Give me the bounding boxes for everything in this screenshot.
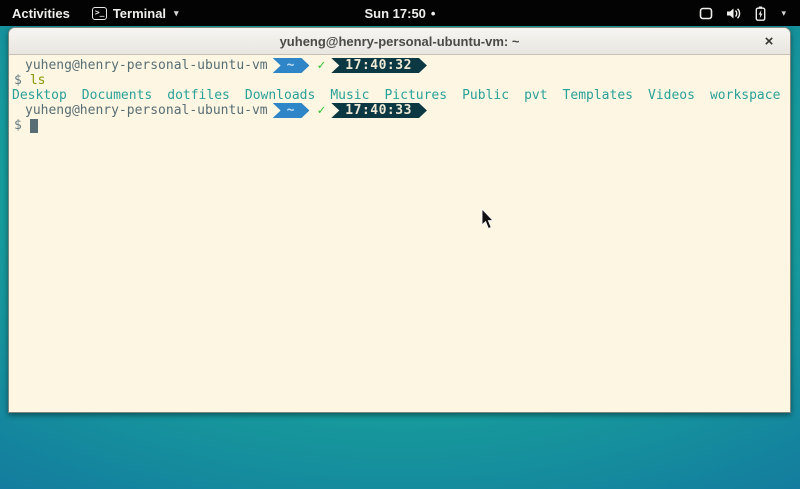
prompt-status-check-icon: ✓ [317,58,325,73]
command-line: $ ls [12,73,788,88]
ls-entry: Templates [563,88,633,103]
prompt-dollar: $ [12,118,22,133]
prompt-user-host: yuheng@henry-personal-ubuntu-vm [25,58,268,73]
prompt-line-2: yuheng@henry-personal-ubuntu-vm ~ ✓ 17:4… [12,103,788,118]
mouse-pointer [481,209,495,230]
battery-charging-icon [755,6,766,21]
chevron-down-icon: ▾ [174,8,179,19]
window-title: yuheng@henry-personal-ubuntu-vm: ~ [280,34,520,49]
ls-entry: Downloads [245,88,315,103]
ls-entry: dotfiles [167,88,230,103]
prompt-path-segment: ~ [273,103,310,118]
system-status-menu[interactable]: ▾ [689,0,800,26]
ls-entry: Desktop [12,88,67,103]
activities-button[interactable]: Activities [0,0,82,26]
prompt-dollar: $ [12,73,22,88]
chevron-down-icon: ▾ [781,8,786,19]
notification-dot: • [431,7,436,20]
prompt-time-segment: 17:40:33 [331,103,427,118]
ls-entry: Documents [82,88,152,103]
typed-command: ls [30,73,46,88]
text-cursor-block [30,119,38,133]
clock-button[interactable]: Sun 17:50 • [365,6,436,21]
window-titlebar[interactable]: yuheng@henry-personal-ubuntu-vm: ~ × [9,28,790,55]
prompt-line-1: yuheng@henry-personal-ubuntu-vm ~ ✓ 17:4… [12,58,788,73]
ls-entry: Public [462,88,509,103]
terminal-content[interactable]: yuheng@henry-personal-ubuntu-vm ~ ✓ 17:4… [9,55,790,413]
close-button[interactable]: × [758,28,780,55]
prompt-time-segment: 17:40:32 [331,58,427,73]
app-menu-label: Terminal [113,6,166,21]
display-icon [699,7,713,20]
ls-entry: pvt [524,88,547,103]
clock-label: Sun 17:50 [365,6,426,21]
ls-entry: Music [330,88,369,103]
ls-entry: Videos [648,88,695,103]
prompt-user-host: yuheng@henry-personal-ubuntu-vm [25,103,268,118]
prompt-path-segment: ~ [273,58,310,73]
ls-entry: Pictures [384,88,447,103]
terminal-window: yuheng@henry-personal-ubuntu-vm: ~ × yuh… [8,27,791,413]
app-menu-terminal[interactable]: >_ Terminal ▾ [82,0,189,26]
ls-entry: workspace [710,88,780,103]
terminal-icon: >_ [92,7,107,20]
desktop-background: Activities >_ Terminal ▾ Sun 17:50 • [0,0,800,489]
prompt-status-check-icon: ✓ [317,103,325,118]
gnome-top-bar: Activities >_ Terminal ▾ Sun 17:50 • [0,0,800,26]
ls-output-row: Desktop Documents dotfiles Downloads Music Pi… [12,88,788,103]
volume-icon [726,7,742,20]
input-line[interactable]: $ [12,118,788,133]
